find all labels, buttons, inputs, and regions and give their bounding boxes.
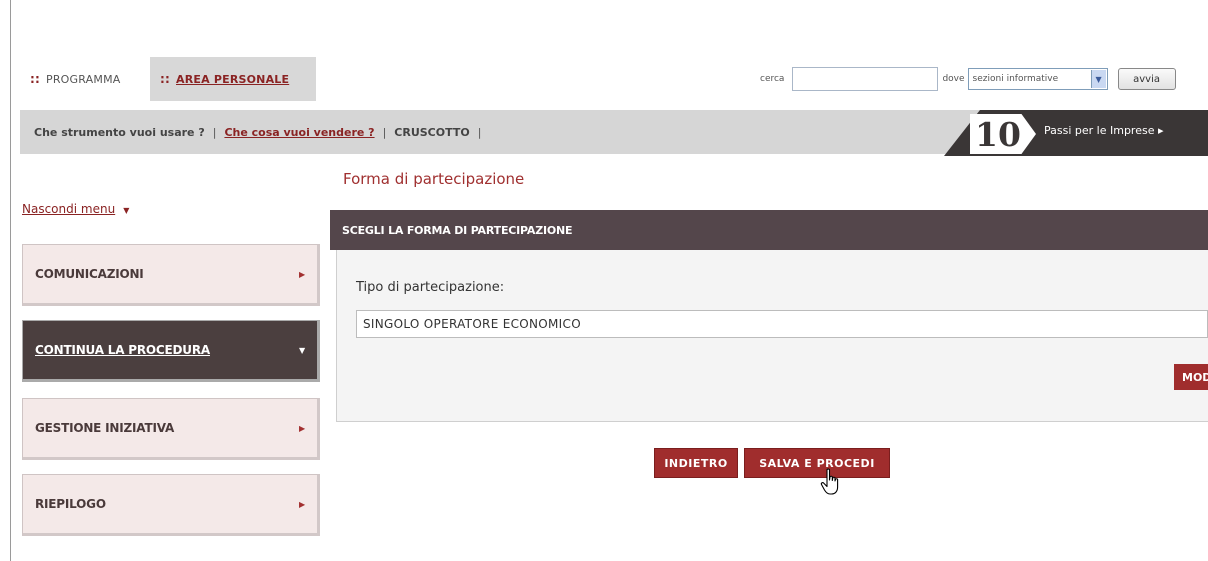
participation-type-label: Tipo di partecipazione: [356, 280, 505, 295]
hand-cursor-icon [820, 468, 839, 495]
sidebar-item-riepilogo[interactable]: RIEPILOGO ▶ [22, 474, 320, 536]
modify-button[interactable]: MODIFICA [1174, 364, 1208, 390]
hide-menu-link[interactable]: Nascondi menu ▼ [22, 202, 129, 216]
page-title: Forma di partecipazione [343, 170, 525, 188]
back-button[interactable]: INDIETRO [654, 448, 738, 478]
save-and-proceed-button[interactable]: SALVA E PROCEDI [744, 448, 890, 478]
chevron-down-icon[interactable]: ▼ [1090, 70, 1106, 88]
triangle-right-icon: ▶ [299, 499, 305, 509]
bullet-icon: :: [160, 72, 170, 86]
triangle-right-icon: ▶ [299, 269, 305, 279]
toolbar-separator: | [477, 125, 482, 139]
search-bar: cerca dove sezioni informative ▼ avvia [760, 67, 1176, 91]
bullet-icon: :: [30, 72, 40, 86]
sidebar-item-label: CONTINUA LA PROCEDURA [35, 343, 210, 357]
toolbar-item-cruscotto[interactable]: CRUSCOTTO [394, 126, 469, 139]
toolbar-item-vendere[interactable]: Che cosa vuoi vendere ? [224, 126, 374, 139]
sidebar-item-label: COMUNICAZIONI [35, 267, 144, 281]
participation-type-field[interactable]: SINGOLO OPERATORE ECONOMICO [356, 310, 1208, 338]
left-border [10, 0, 11, 561]
ten-steps-banner[interactable]: 10 Passi per le Imprese ▸ [944, 110, 1208, 156]
triangle-right-icon: ▶ [299, 423, 305, 433]
sidebar-item-gestione-iniziativa[interactable]: GESTIONE INIZIATIVA ▶ [22, 398, 320, 460]
search-scope-select[interactable]: sezioni informative ▼ [967, 68, 1108, 90]
triangle-down-icon: ▼ [299, 345, 305, 355]
tab-area-personale-label: AREA PERSONALE [176, 72, 290, 86]
search-label: cerca [760, 74, 785, 84]
tab-programma-label: PROGRAMMA [46, 72, 121, 86]
sidebar-item-label: GESTIONE INIZIATIVA [35, 421, 175, 435]
tab-area-personale[interactable]: :: AREA PERSONALE [150, 57, 316, 101]
search-scope-value: sezioni informative [972, 74, 1059, 84]
panel-header: SCEGLI LA FORMA DI PARTECIPAZIONE [330, 210, 1208, 250]
toolbar-separator: | [212, 125, 217, 139]
toolbar-separator: | [382, 125, 387, 139]
sidebar-item-label: RIEPILOGO [35, 497, 106, 511]
search-where-label: dove [942, 74, 965, 84]
search-input[interactable] [792, 67, 939, 91]
hide-menu-label: Nascondi menu [22, 202, 116, 216]
tab-programma[interactable]: :: PROGRAMMA [20, 57, 150, 101]
triangle-down-icon: ▼ [123, 206, 130, 215]
sidebar-item-comunicazioni[interactable]: COMUNICAZIONI ▶ [22, 244, 320, 306]
toolbar-item-strumento[interactable]: Che strumento vuoi usare ? [34, 126, 205, 139]
banner-text: Passi per le Imprese ▸ [1044, 124, 1164, 137]
search-button[interactable]: avvia [1117, 68, 1176, 90]
top-navigation: :: PROGRAMMA :: AREA PERSONALE [20, 57, 316, 101]
sidebar-item-continua-procedura[interactable]: CONTINUA LA PROCEDURA ▼ [22, 320, 320, 382]
